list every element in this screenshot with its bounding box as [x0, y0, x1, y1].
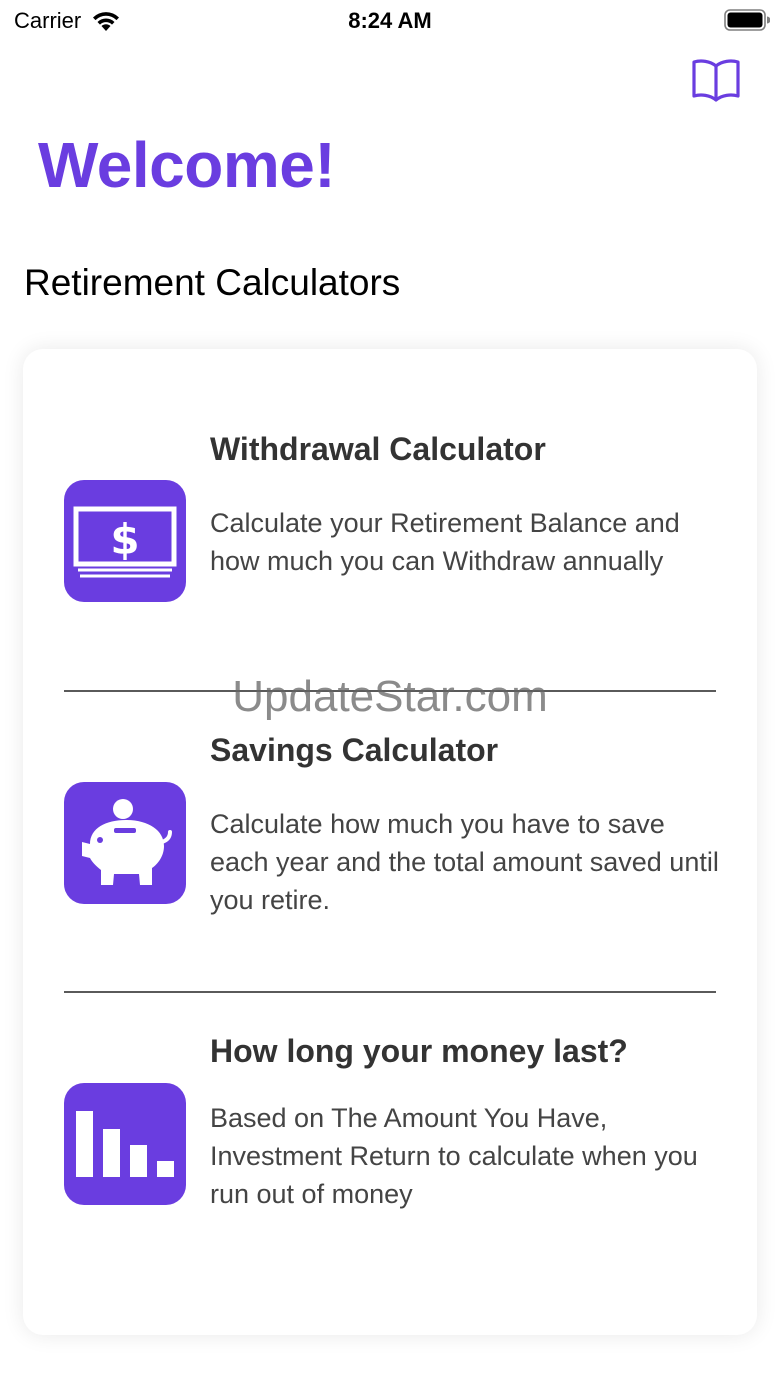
- welcome-title: Welcome!: [38, 129, 336, 201]
- bar-chart-icon: [64, 1083, 186, 1205]
- book-button[interactable]: [690, 56, 742, 104]
- dollar-bill-icon: $: [64, 480, 186, 602]
- savings-calculator-item[interactable]: Savings Calculator Calculate how much yo…: [23, 692, 757, 992]
- item-title: Withdrawal Calculator: [210, 431, 546, 467]
- item-description: Calculate your Retirement Balance and ho…: [210, 508, 680, 576]
- withdrawal-calculator-item[interactable]: Withdrawal Calculator $ Calculate your R…: [23, 349, 757, 689]
- item-description: Calculate how much you have to save each…: [210, 809, 719, 915]
- status-bar: Carrier 8:24 AM: [0, 0, 780, 40]
- section-title: Retirement Calculators: [24, 262, 401, 303]
- svg-text:$: $: [110, 515, 139, 564]
- piggy-bank-icon: [64, 782, 186, 904]
- clock: 8:24 AM: [348, 8, 432, 33]
- calculators-card: Withdrawal Calculator $ Calculate your R…: [23, 349, 757, 1335]
- item-description: Based on The Amount You Have, Investment…: [210, 1103, 698, 1209]
- battery-icon: [724, 9, 770, 31]
- money-duration-calculator-item[interactable]: How long your money last? Based on The A…: [23, 993, 757, 1313]
- item-title: Savings Calculator: [210, 732, 499, 768]
- book-icon: [692, 59, 740, 102]
- item-title: How long your money last?: [210, 1033, 628, 1069]
